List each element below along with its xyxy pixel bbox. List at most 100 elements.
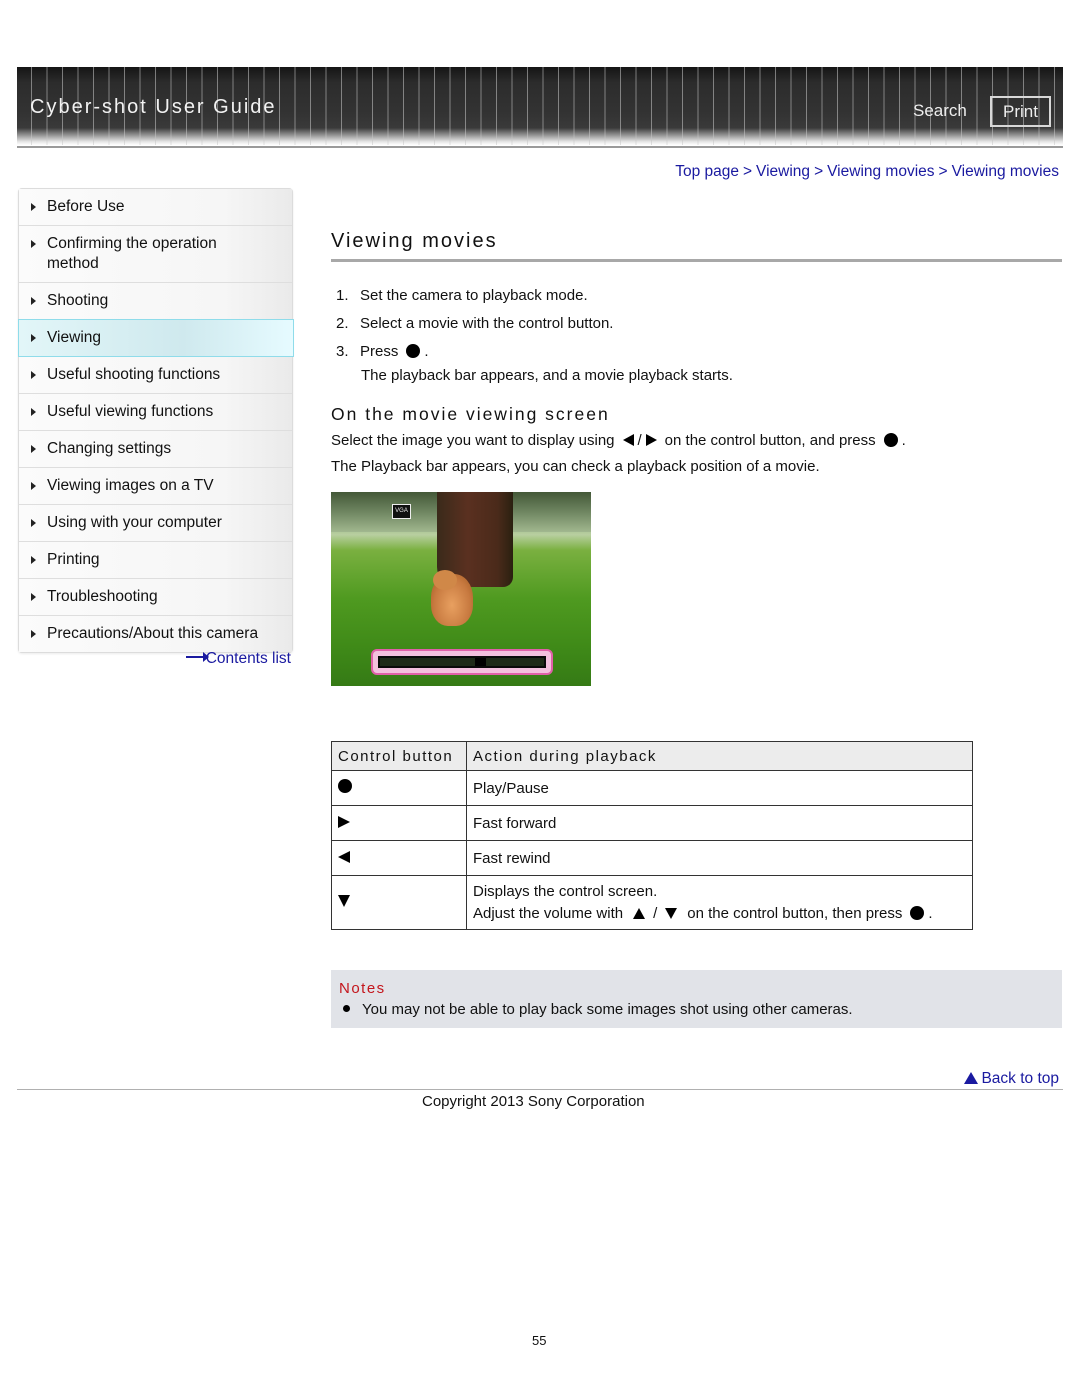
sidebar-item-label: Troubleshooting	[47, 588, 158, 605]
vga-badge-icon: VGA	[392, 504, 411, 519]
step-text: Set the camera to playback mode.	[360, 287, 588, 304]
back-to-top-label: Back to top	[981, 1070, 1059, 1087]
up-triangle-icon	[964, 1072, 979, 1084]
left-arrow-icon	[338, 850, 350, 863]
playback-bar-highlight	[371, 649, 553, 675]
page-number: 55	[532, 1333, 547, 1348]
center-button-icon	[910, 905, 925, 920]
para-text: .	[901, 432, 906, 449]
breadcrumb-viewing-movies-current[interactable]: Viewing movies	[952, 163, 1059, 180]
step-item: 1. Set the camera to playback mode.	[336, 286, 733, 314]
sidebar-item-computer[interactable]: Using with your computer	[19, 505, 292, 542]
caret-right-icon	[31, 371, 36, 379]
title-divider	[331, 259, 1062, 262]
header-bar: Cyber-shot User Guide Search Print	[17, 67, 1063, 145]
sidebar-item-shooting[interactable]: Shooting	[19, 283, 292, 320]
sidebar-item-confirming-operation[interactable]: Confirming the operation method	[19, 226, 292, 283]
para-text: Select the image you want to display usi…	[331, 432, 615, 449]
caret-right-icon	[31, 334, 36, 342]
para-text: on the control button, and press	[664, 432, 876, 449]
sidebar-item-troubleshooting[interactable]: Troubleshooting	[19, 579, 292, 616]
step-item: 2. Select a movie with the control button…	[336, 314, 733, 342]
table-row: Play/Pause	[331, 770, 973, 806]
contents-list-label: Contents list	[205, 650, 291, 667]
sidebar-item-label: Useful shooting functions	[47, 366, 221, 383]
sidebar-item-viewing-tv[interactable]: Viewing images on a TV	[19, 468, 292, 505]
sidebar-item-label: Changing settings	[47, 440, 172, 457]
movie-screen-image: VGA	[331, 492, 591, 686]
sidebar-item-label: Before Use	[47, 198, 125, 215]
center-button-icon	[406, 344, 421, 358]
sidebar-item-label: Shooting	[47, 292, 109, 309]
caret-right-icon	[31, 408, 36, 416]
action-cell: Play/Pause	[466, 770, 973, 806]
table-header-row: Control button Action during playback	[331, 741, 973, 771]
action-text-part: .	[928, 904, 933, 922]
breadcrumb-separator: >	[938, 163, 948, 180]
control-cell	[331, 875, 467, 930]
sidebar-item-label: Viewing	[47, 329, 102, 346]
table-row: Fast rewind	[331, 840, 973, 876]
print-button[interactable]: Print	[990, 96, 1051, 127]
sidebar-item-label: Printing	[47, 551, 100, 568]
action-text-part: Adjust the volume with	[473, 904, 624, 922]
sidebar-item-label: Useful viewing functions	[47, 403, 214, 420]
sidebar-item-useful-shooting[interactable]: Useful shooting functions	[19, 357, 292, 394]
page-title: Viewing movies	[331, 230, 498, 252]
breadcrumb-separator: >	[742, 163, 753, 180]
caret-right-icon	[31, 297, 36, 305]
header-divider	[17, 146, 1063, 148]
slash-text: /	[637, 432, 642, 449]
left-arrow-icon	[622, 434, 634, 446]
step-number: 3.	[336, 343, 349, 360]
app-title: Cyber-shot User Guide	[30, 96, 277, 118]
action-cell: Fast rewind	[466, 840, 973, 876]
table-row: Displays the control screen. Adjust the …	[331, 875, 973, 930]
sidebar-item-printing[interactable]: Printing	[19, 542, 292, 579]
breadcrumb-separator: >	[814, 163, 824, 180]
control-cell	[331, 805, 467, 841]
notes-title: Notes	[339, 980, 386, 997]
caret-right-icon	[31, 203, 36, 211]
caret-right-icon	[31, 630, 36, 638]
down-arrow-icon	[665, 907, 678, 919]
step-number: 2.	[336, 315, 349, 332]
action-cell: Displays the control screen. Adjust the …	[466, 875, 973, 930]
instruction-paragraph: Select the image you want to display usi…	[331, 432, 906, 449]
sidebar-item-precautions[interactable]: Precautions/About this camera	[19, 616, 292, 652]
breadcrumb-viewing-movies-parent[interactable]: Viewing movies	[827, 163, 934, 180]
control-cell	[331, 840, 467, 876]
breadcrumb: Top page > Viewing > Viewing movies > Viewing …	[675, 163, 1059, 181]
back-to-top-link[interactable]: Back to top	[964, 1070, 1059, 1088]
contents-list-link[interactable]: Contents list	[185, 650, 291, 668]
sidebar-item-viewing[interactable]: Viewing	[18, 319, 294, 357]
caret-right-icon	[31, 593, 36, 601]
info-paragraph: The Playback bar appears, you can check …	[331, 458, 820, 475]
action-cell: Fast forward	[466, 805, 973, 841]
column-header-action: Action during playback	[466, 741, 973, 771]
control-button-table: Control button Action during playback Pl…	[331, 741, 973, 930]
bullet-icon	[343, 1005, 350, 1012]
notes-item-text: You may not be able to play back some im…	[362, 1001, 853, 1018]
caret-right-icon	[31, 519, 36, 527]
copyright-text: Copyright 2013 Sony Corporation	[422, 1093, 645, 1110]
footer-divider	[17, 1089, 1063, 1090]
center-button-icon	[883, 433, 898, 447]
step-number: 1.	[336, 287, 349, 304]
arrow-right-icon	[185, 651, 209, 662]
caret-right-icon	[31, 556, 36, 564]
breadcrumb-viewing[interactable]: Viewing	[756, 163, 810, 180]
notes-box: Notes You may not be able to play back s…	[331, 970, 1062, 1028]
sidebar-item-changing-settings[interactable]: Changing settings	[19, 431, 292, 468]
sidebar-item-label: Viewing images on a TV	[47, 477, 214, 494]
sidebar-item-label: Using with your computer	[47, 514, 222, 531]
sidebar-item-before-use[interactable]: Before Use	[19, 189, 292, 226]
step-text-after: .	[424, 343, 429, 360]
action-text: Displays the control screen.	[473, 882, 658, 900]
search-link[interactable]: Search	[913, 101, 967, 121]
image-cat-head	[433, 570, 457, 590]
step-subtext: The playback bar appears, and a movie pl…	[361, 367, 733, 384]
sidebar-item-useful-viewing[interactable]: Useful viewing functions	[19, 394, 292, 431]
breadcrumb-top-page[interactable]: Top page	[675, 163, 739, 180]
right-arrow-icon	[645, 434, 657, 446]
